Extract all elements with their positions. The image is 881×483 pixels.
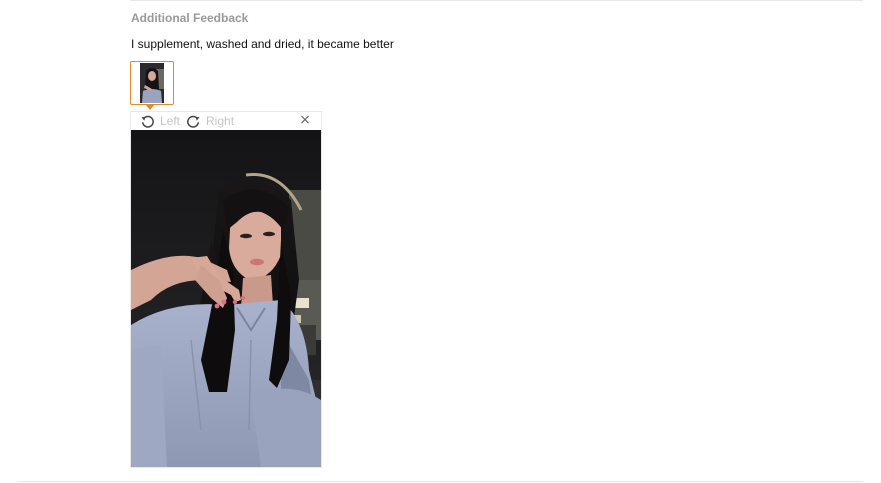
close-icon[interactable]: ×	[299, 113, 311, 127]
feedback-heading: Additional Feedback	[131, 11, 249, 25]
rotate-right-button[interactable]: Right	[186, 114, 234, 129]
thumbnail-pointer	[145, 104, 155, 110]
bottom-divider	[18, 481, 863, 482]
feedback-text: I supplement, washed and dried, it becam…	[131, 37, 394, 51]
photo-thumbnail[interactable]	[130, 61, 174, 105]
rotate-left-button[interactable]: Left	[140, 114, 180, 129]
review-photo	[131, 130, 321, 467]
rotate-left-icon	[140, 114, 155, 129]
feedback-section: Additional Feedback I supplement, washed…	[0, 0, 881, 483]
image-viewer: Left Right ×	[130, 111, 322, 468]
viewer-toolbar: Left Right ×	[131, 112, 321, 130]
top-divider	[130, 0, 863, 1]
thumbnail-image	[140, 63, 164, 103]
rotate-right-label: Right	[206, 114, 235, 128]
rotate-left-label: Left	[160, 114, 181, 128]
rotate-right-icon	[186, 114, 201, 129]
